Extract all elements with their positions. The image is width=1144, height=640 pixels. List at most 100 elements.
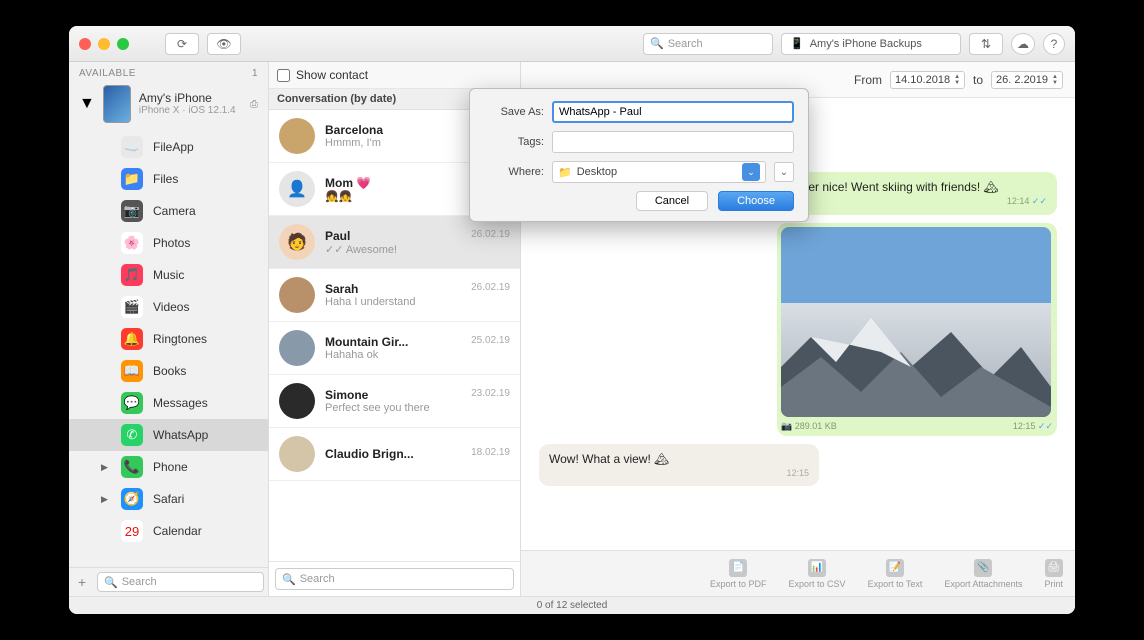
conversation-item[interactable]: 🧑Paul26.02.19✓✓ Awesome! <box>269 216 520 269</box>
disclosure-icon[interactable]: ▼ <box>79 95 95 113</box>
choose-button[interactable]: Choose <box>718 191 794 211</box>
chevron-right-icon: ▶ <box>101 494 111 505</box>
conv-date: 18.02.19 <box>471 447 510 461</box>
to-label: to <box>973 73 983 87</box>
message-text: Super nice! Went skiing with friends! 🏔 <box>787 180 999 194</box>
export-label: Export to Text <box>868 579 923 589</box>
device-row[interactable]: ▼ Amy's iPhone iPhone X · iOS 12.1.4 ⎙ <box>69 81 268 131</box>
app-icon: ✆ <box>121 424 143 446</box>
maximize-window[interactable] <box>117 38 129 50</box>
tags-input[interactable] <box>552 131 794 153</box>
conv-search-wrap: 🔍 Search <box>269 561 520 596</box>
conv-date: 23.02.19 <box>471 388 510 402</box>
image-time: 12:15 <box>1013 421 1036 431</box>
conversation-item[interactable]: Mountain Gir...25.02.19Hahaha ok <box>269 322 520 375</box>
sidebar-item-files[interactable]: 📁Files <box>69 163 268 195</box>
app-icon: ☁️ <box>121 136 143 158</box>
mountain-icon <box>781 297 1051 417</box>
export-button[interactable]: 📎Export Attachments <box>944 559 1022 589</box>
sidebar-item-music[interactable]: 🎵Music <box>69 259 268 291</box>
conversation-item[interactable]: Sarah26.02.19Haha I understand <box>269 269 520 322</box>
where-select[interactable]: 📁 Desktop ⌄ <box>552 161 766 183</box>
conv-search[interactable]: 🔍 Search <box>275 568 514 590</box>
sidebar-count: 1 <box>252 68 258 79</box>
sidebar-item-ringtones[interactable]: 🔔Ringtones <box>69 323 268 355</box>
sidebar-search[interactable]: 🔍 Search <box>97 572 264 592</box>
sidebar-item-label: Photos <box>153 236 190 250</box>
save-as-input[interactable] <box>552 101 794 123</box>
sidebar-item-label: FileApp <box>153 140 194 154</box>
toolbar-search[interactable]: 🔍 Search <box>643 33 773 55</box>
from-date-field[interactable]: 14.10.2018 ▲▼ <box>890 71 965 89</box>
where-label: Where: <box>484 166 544 178</box>
save-dialog: Save As: Tags: Where: 📁 Desktop ⌄ ⌄ Canc… <box>469 88 809 222</box>
sidebar-item-photos[interactable]: 🌸 Photos <box>69 227 268 259</box>
sidebar-item-phone[interactable]: ▶📞Phone <box>69 451 268 483</box>
conv-name: Simone <box>325 388 368 402</box>
avatar <box>279 118 315 154</box>
message-incoming[interactable]: Wow! What a view! 🏔 12:15 <box>539 444 819 486</box>
sidebar-search-placeholder: Search <box>122 576 157 588</box>
export-icon: 🖨 <box>1045 559 1063 577</box>
conv-preview: Haha I understand <box>325 296 510 308</box>
chat-image[interactable] <box>781 227 1051 417</box>
phone-icon: 📱 <box>790 37 804 50</box>
preview-button[interactable]: 👁 <box>207 33 241 55</box>
sidebar-item-label: Videos <box>153 300 189 314</box>
export-button[interactable]: 📝 Export to Text <box>868 559 923 589</box>
conv-preview: Hahaha ok <box>325 349 510 361</box>
sidebar-item-books[interactable]: 📖Books <box>69 355 268 387</box>
disclosure-button[interactable]: ⌄ <box>774 162 794 182</box>
tags-label: Tags: <box>484 136 544 148</box>
cancel-button[interactable]: Cancel <box>636 191 708 211</box>
close-window[interactable] <box>79 38 91 50</box>
app-icon: 💬 <box>121 392 143 414</box>
conv-date: 26.02.19 <box>471 282 510 296</box>
export-label: Export to PDF <box>710 579 767 589</box>
export-button[interactable]: 📄Export to PDF <box>710 559 767 589</box>
app-icon: 🌸 <box>121 232 143 254</box>
account-button[interactable]: ☁ <box>1011 33 1035 55</box>
read-icon: ✓✓ <box>1038 421 1053 431</box>
sidebar-item-calendar[interactable]: 29Calendar <box>69 515 268 547</box>
sidebar-item-label: Camera <box>153 204 196 218</box>
message-image-outgoing[interactable]: 📷 289.01 KB 12:15 ✓✓ <box>777 223 1057 436</box>
sidebar-item-camera[interactable]: 📷Camera <box>69 195 268 227</box>
avatar <box>279 383 315 419</box>
export-label: Export to CSV <box>789 579 846 589</box>
conv-name: Claudio Brign... <box>325 447 414 461</box>
refresh-button[interactable]: ⟳ <box>165 33 199 55</box>
sidebar-item-safari[interactable]: ▶🧭Safari <box>69 483 268 515</box>
export-icon: 📊 <box>808 559 826 577</box>
sidebar-item-label: Messages <box>153 396 208 410</box>
to-date-field[interactable]: 26. 2.2019 ▲▼ <box>991 71 1063 89</box>
dropdown-icon[interactable]: ⌄ <box>742 163 760 181</box>
conversation-item[interactable]: Simone 23.02.19Perfect see you there <box>269 375 520 428</box>
device-selector[interactable]: 📱 Amy's iPhone Backups <box>781 33 961 55</box>
sidebar-item-fileapp[interactable]: ☁️ FileApp <box>69 131 268 163</box>
transfer-button[interactable]: ⇅ <box>969 33 1003 55</box>
app-icon: 29 <box>121 520 143 542</box>
folder-icon: 📁 <box>558 166 572 179</box>
conv-preview: Perfect see you there <box>325 402 510 414</box>
device-name: Amy's iPhone <box>139 91 236 105</box>
sidebar-item-label: Books <box>153 364 186 378</box>
stepper-icon[interactable]: ▲▼ <box>954 74 960 86</box>
conv-name: Mountain Gir... <box>325 335 408 349</box>
sidebar-item-videos[interactable]: 🎬Videos <box>69 291 268 323</box>
app-icon: 📞 <box>121 456 143 478</box>
help-button[interactable]: ? <box>1043 33 1065 55</box>
show-contact-checkbox[interactable] <box>277 69 290 82</box>
export-icon: 📝 <box>886 559 904 577</box>
conversation-item[interactable]: Claudio Brign... 18.02.19 <box>269 428 520 481</box>
stepper-icon[interactable]: ▲▼ <box>1052 74 1058 86</box>
sidebar-item-whatsapp[interactable]: ✆WhatsApp <box>69 419 268 451</box>
sidebar-item-messages[interactable]: 💬 Messages <box>69 387 268 419</box>
app-icon: 🔔 <box>121 328 143 350</box>
conv-name: Paul <box>325 229 350 243</box>
message-outgoing[interactable]: Super nice! Went skiing with friends! 🏔 … <box>777 172 1057 215</box>
export-button[interactable]: 🖨Print <box>1044 559 1063 589</box>
minimize-window[interactable] <box>98 38 110 50</box>
add-button[interactable]: + <box>73 574 91 590</box>
export-button[interactable]: 📊 Export to CSV <box>789 559 846 589</box>
